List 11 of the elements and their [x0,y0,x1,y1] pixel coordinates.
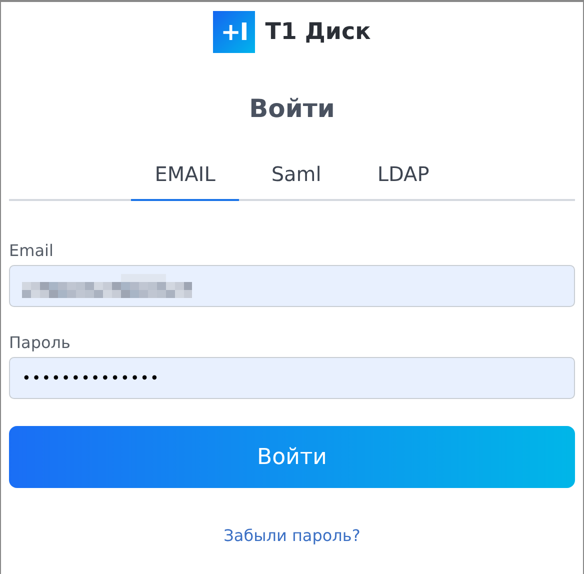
tab[interactable]: LDAP [353,152,454,201]
logo-text: T1 Диск [265,19,371,45]
tab[interactable]: EMAIL [130,152,240,201]
email-field[interactable] [9,265,575,307]
page-title: Войти [248,93,336,125]
password-field[interactable]: •••••••••••••• [9,357,575,399]
field-label: Пароль [9,333,72,354]
field-label: Email [9,241,54,262]
forgot-password-link[interactable]: Забыли пароль? [224,526,360,545]
tab[interactable]: Saml [247,152,346,201]
logo-icon: +I [213,11,256,53]
